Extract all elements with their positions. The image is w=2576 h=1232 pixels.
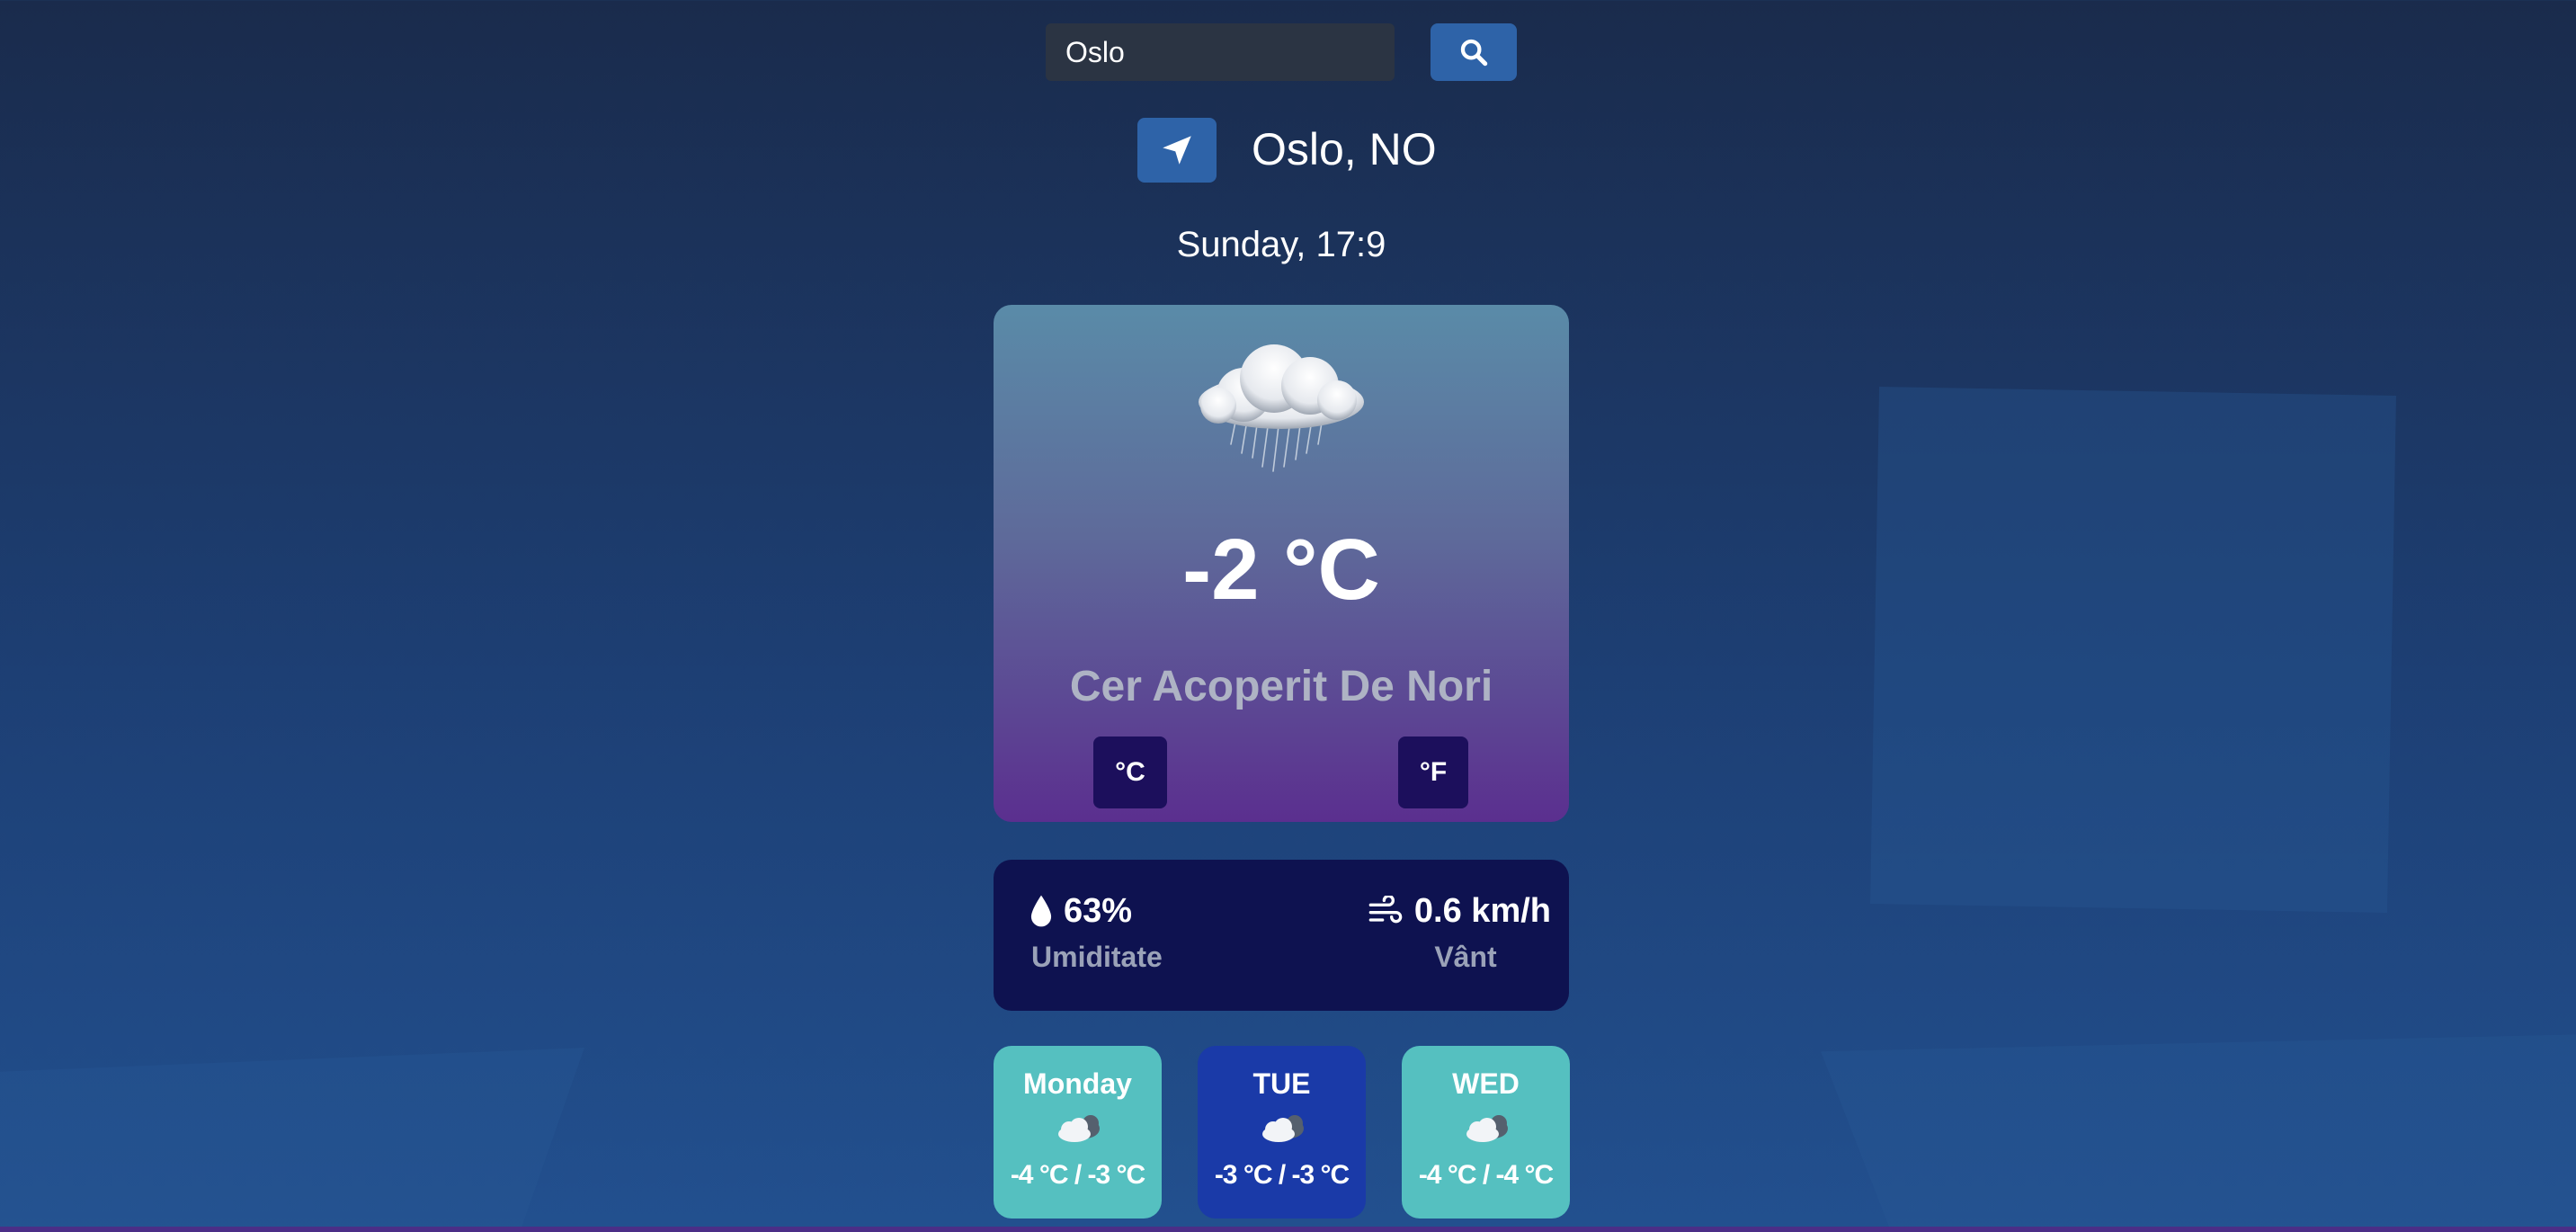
background-right-decoration xyxy=(1821,1034,2576,1232)
search-button[interactable] xyxy=(1431,23,1517,81)
wind-detail: 0.6 km/h Vânt xyxy=(1353,888,1551,974)
current-location-button[interactable] xyxy=(1137,118,1217,183)
forecast-temperature: -4 °C / -3 °C xyxy=(1010,1160,1145,1190)
forecast-day: WED xyxy=(1452,1067,1520,1100)
search-input[interactable] xyxy=(1046,23,1395,81)
forecast-temperature: -3 °C / -3 °C xyxy=(1214,1160,1350,1190)
forecast-card-wed[interactable]: WED -4 °C / -4 °C xyxy=(1402,1046,1570,1219)
forecast-temperature: -4 °C / -4 °C xyxy=(1418,1160,1554,1190)
rain-cloud-icon xyxy=(1199,344,1364,472)
background-left-decoration xyxy=(0,1048,584,1232)
location-arrow-icon xyxy=(1163,136,1191,165)
weather-description: Cer Acoperit De Nori xyxy=(1069,663,1493,710)
humidity-label: Umiditate xyxy=(1031,941,1163,973)
current-temperature: -2 °C xyxy=(1182,522,1380,618)
forecast-day: TUE xyxy=(1252,1067,1311,1100)
humidity-value: 63% xyxy=(1064,891,1133,930)
search-icon xyxy=(1460,39,1488,67)
current-datetime: Sunday, 17:9 xyxy=(1176,225,1386,264)
wind-label: Vânt xyxy=(1434,941,1497,973)
background-square-decoration xyxy=(1870,387,2396,913)
cloud-icon xyxy=(1261,1115,1304,1142)
forecast-card-monday[interactable]: Monday -4 °C / -3 °C xyxy=(994,1046,1162,1219)
current-weather-card: -2 °C Cer Acoperit De Nori °C °F xyxy=(994,305,1569,822)
forecast-card-tue[interactable]: TUE -3 °C / -3 °C xyxy=(1198,1046,1366,1219)
weather-details-card: 63% Umiditate 0.6 km/h Vânt xyxy=(994,860,1569,1011)
fahrenheit-button[interactable]: °F xyxy=(1398,737,1468,808)
cloud-icon xyxy=(1057,1115,1100,1142)
wind-icon xyxy=(1368,896,1403,924)
humidity-detail: 63% Umiditate xyxy=(1030,888,1209,974)
wind-value: 0.6 km/h xyxy=(1413,891,1551,930)
bottom-edge xyxy=(0,1227,2576,1232)
cloud-icon xyxy=(1466,1115,1508,1142)
forecast-day: Monday xyxy=(1023,1067,1132,1100)
city-name: Oslo, NO xyxy=(1252,124,1437,174)
droplet-icon xyxy=(1030,895,1052,927)
celsius-button[interactable]: °C xyxy=(1093,737,1167,808)
